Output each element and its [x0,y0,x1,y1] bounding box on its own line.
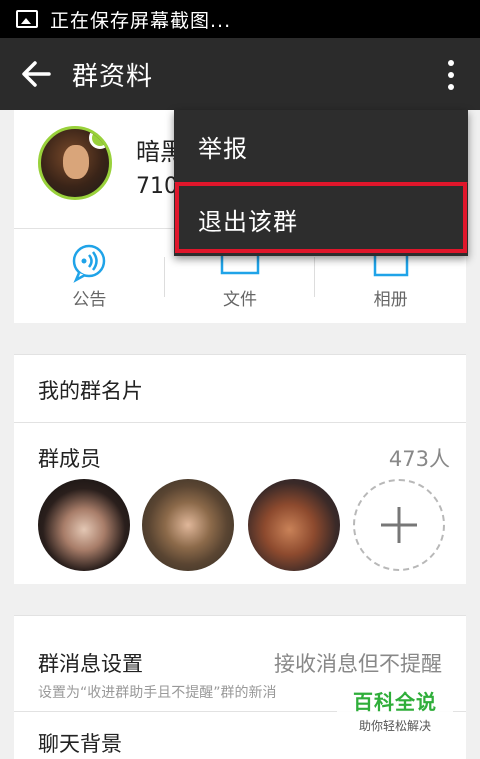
announcement-icon [73,244,106,283]
message-settings-description: 设置为“收进群助手且不提醒”群的新消 [38,685,277,701]
group-avatar[interactable] [38,126,112,200]
my-group-card-label: 我的群名片 [38,379,143,403]
chat-background-label: 聊天背景 [38,732,122,756]
arrow-left-icon [22,61,51,87]
menu-item-report[interactable]: 举报 [174,110,468,182]
announcement-button[interactable]: 公告 [14,229,165,323]
highlight-box [175,182,467,253]
avatar[interactable] [248,479,340,571]
avatar[interactable] [142,479,234,571]
watermark-subtitle: 助你轻松解决 [358,719,431,733]
badge-icon [89,129,109,149]
watermark-title: 百科全说 [353,690,437,714]
status-notification-text: 正在保存屏幕截图... [50,9,232,32]
watermark-logo: 百科全说 助你轻松解决 [337,680,453,733]
status-bar: 正在保存屏幕截图... [0,0,480,38]
files-label: 文件 [223,290,257,310]
message-settings-label: 群消息设置 [38,652,143,676]
members-count: 473人 [388,447,450,471]
page-title: 群资料 [72,61,154,92]
group-id: 710 [136,174,178,199]
back-button[interactable] [0,38,72,110]
app-bar: 群资料 [0,38,480,110]
album-label: 相册 [373,290,408,310]
members-section[interactable]: 群成员 473人 [14,422,466,584]
message-settings-value: 接收消息但不提醒 [274,652,442,676]
my-group-card-row[interactable]: 我的群名片 [14,354,466,422]
announcement-label: 公告 [72,290,107,310]
add-member-button[interactable] [353,479,445,571]
avatar[interactable] [38,479,130,571]
overflow-menu-icon[interactable] [444,60,458,90]
members-label: 群成员 [38,447,101,471]
image-icon [16,10,38,28]
